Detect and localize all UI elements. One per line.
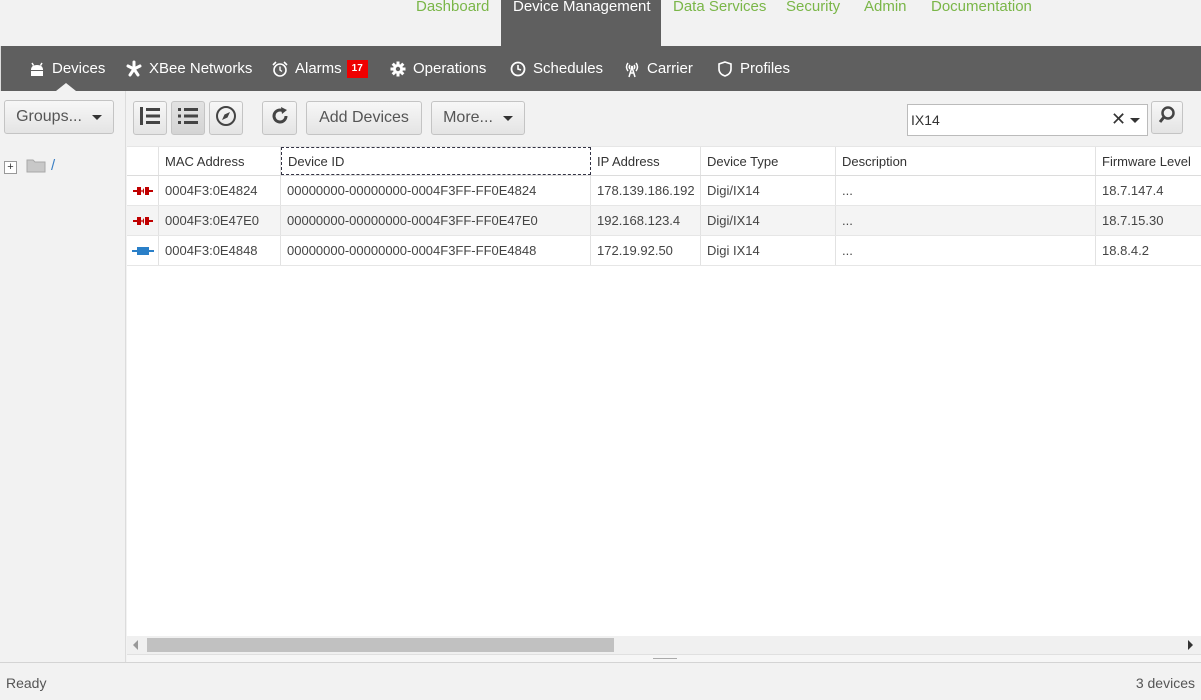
column-header-device-type[interactable]: Device Type (701, 147, 836, 175)
nav-admin[interactable]: Admin (864, 0, 907, 46)
column-header-mac[interactable]: MAC Address (159, 147, 281, 175)
folder-icon (26, 157, 46, 178)
nav-security[interactable]: Security (786, 0, 840, 46)
refresh-icon (269, 105, 291, 132)
scroll-left-icon[interactable] (133, 640, 138, 650)
cell-device-type: Digi/IX14 (701, 176, 836, 205)
more-dropdown-button[interactable]: More... (431, 101, 525, 135)
cell-description: ... (836, 206, 1096, 235)
search-button[interactable] (1151, 101, 1183, 134)
groups-dropdown-label: Groups... (16, 108, 82, 125)
disconnected-icon (127, 176, 159, 205)
tree-root-node[interactable]: / (51, 157, 55, 174)
sub-navigation: Devices XBee Networks Alarms 17 Operatio… (0, 46, 1201, 91)
tab-devices-label: Devices (52, 60, 106, 77)
nav-data-services[interactable]: Data Services (673, 0, 766, 46)
cell-mac: 0004F3:0E4824 (159, 176, 281, 205)
groups-panel: Groups... + / (0, 91, 126, 662)
tab-devices[interactable]: Devices (28, 46, 105, 91)
cell-mac: 0004F3:0E4848 (159, 236, 281, 265)
tab-alarms[interactable]: Alarms 17 (271, 46, 368, 91)
chevron-down-icon (502, 115, 513, 121)
scroll-right-icon[interactable] (1188, 640, 1193, 650)
cell-mac: 0004F3:0E47E0 (159, 206, 281, 235)
nav-dashboard[interactable]: Dashboard (416, 0, 489, 46)
status-text: Ready (6, 675, 47, 691)
table-row[interactable]: 0004F3:0E4848 00000000-00000000-0004F3FF… (127, 236, 1201, 266)
top-navigation: Dashboard Device Management Data Service… (0, 0, 1201, 46)
panel-resizer[interactable] (127, 654, 1201, 662)
tab-operations-label: Operations (413, 60, 487, 77)
alarm-clock-icon (271, 60, 289, 78)
search-icon (1157, 105, 1177, 130)
tab-xbee-networks[interactable]: XBee Networks (125, 46, 252, 91)
status-column-header[interactable] (127, 147, 159, 175)
column-header-description[interactable]: Description (836, 147, 1096, 175)
cell-description: ... (836, 176, 1096, 205)
tab-schedules[interactable]: Schedules (509, 46, 603, 91)
tab-profiles[interactable]: Profiles (716, 46, 790, 91)
detail-view-button[interactable] (133, 101, 167, 135)
search-value: IX14 (911, 112, 940, 128)
map-view-button[interactable] (209, 101, 243, 135)
tab-carrier-label: Carrier (647, 60, 693, 77)
table-header: MAC Address Device ID IP Address Device … (127, 146, 1201, 176)
tab-operations[interactable]: Operations (389, 46, 486, 91)
cell-device-id: 00000000-00000000-0004F3FF-FF0E4824 (281, 176, 591, 205)
tab-schedules-label: Schedules (533, 60, 604, 77)
asterisk-icon (125, 60, 143, 78)
cell-device-type: Digi IX14 (701, 236, 836, 265)
devices-table: MAC Address Device ID IP Address Device … (127, 146, 1201, 636)
search-input[interactable]: IX14 ✕ (907, 104, 1148, 136)
disconnected-icon (127, 206, 159, 235)
list-view-icon (177, 106, 199, 131)
cell-firmware: 18.7.147.4 (1102, 183, 1164, 198)
compass-icon (215, 105, 237, 132)
clock-icon (509, 60, 527, 78)
clear-icon[interactable]: ✕ (1111, 110, 1126, 128)
refresh-button[interactable] (262, 101, 297, 135)
antenna-icon (623, 60, 641, 78)
list-view-button[interactable] (171, 101, 205, 135)
chevron-down-icon[interactable] (1130, 118, 1140, 123)
tab-carrier[interactable]: Carrier (623, 46, 693, 91)
gear-icon (389, 60, 407, 78)
cell-description: ... (836, 236, 1096, 265)
groups-dropdown-button[interactable]: Groups... (4, 100, 114, 134)
scrollbar-thumb[interactable] (147, 638, 614, 652)
shield-icon (716, 60, 734, 78)
status-bar: Ready 3 devices (0, 662, 1201, 700)
cell-firmware: 18.8.4.2 (1102, 243, 1149, 258)
cell-device-id: 00000000-00000000-0004F3FF-FF0E4848 (281, 236, 591, 265)
cell-device-id: 00000000-00000000-0004F3FF-FF0E47E0 (281, 206, 591, 235)
tree-expand-icon[interactable]: + (4, 161, 17, 174)
table-row[interactable]: 0004F3:0E4824 00000000-00000000-0004F3FF… (127, 176, 1201, 206)
tab-alarms-label: Alarms (295, 60, 342, 77)
tab-xbee-networks-label: XBee Networks (149, 60, 253, 77)
device-count: 3 devices (1135, 675, 1195, 691)
cell-ip: 178.139.186.192 (591, 176, 701, 205)
cell-ip: 192.168.123.4 (591, 206, 701, 235)
resize-grip-icon (653, 658, 677, 660)
column-header-firmware[interactable]: Firmware Level (1096, 147, 1201, 175)
cell-ip: 172.19.92.50 (591, 236, 701, 265)
add-devices-button[interactable]: Add Devices (306, 101, 422, 135)
nav-documentation[interactable]: Documentation (931, 0, 1032, 46)
cell-firmware: 18.7.15.30 (1102, 213, 1164, 228)
column-header-device-id[interactable]: Device ID (281, 147, 591, 175)
tab-profiles-label: Profiles (740, 60, 791, 77)
more-dropdown-label: More... (443, 109, 493, 126)
table-row[interactable]: 0004F3:0E47E0 00000000-00000000-0004F3FF… (127, 206, 1201, 236)
android-icon (28, 60, 46, 78)
connected-icon (127, 236, 159, 265)
detail-view-icon (139, 106, 161, 131)
nav-device-management[interactable]: Device Management (501, 0, 661, 46)
horizontal-scrollbar[interactable] (127, 636, 1201, 654)
column-header-ip[interactable]: IP Address (591, 147, 701, 175)
alarm-count-badge: 17 (346, 59, 368, 78)
chevron-down-icon (91, 114, 102, 120)
cell-device-type: Digi/IX14 (701, 206, 836, 235)
